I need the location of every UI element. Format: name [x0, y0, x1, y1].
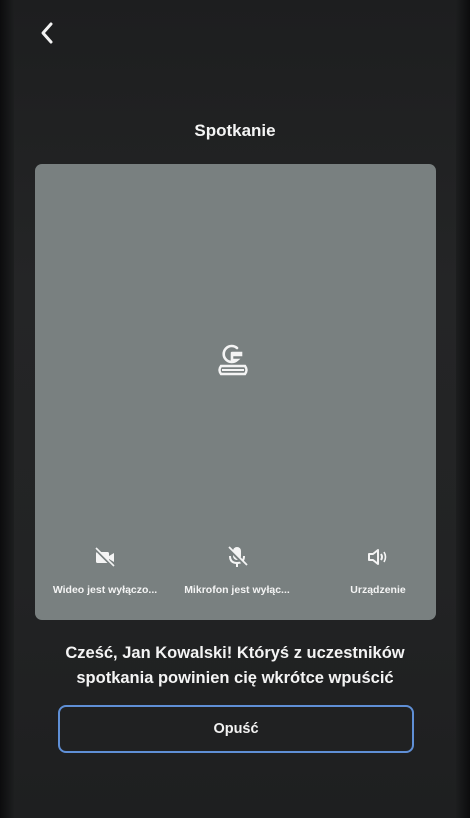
microphone-toggle-button[interactable]: Mikrofon jest wyłąc...	[167, 540, 307, 610]
leave-button-label: Opuść	[213, 721, 259, 737]
user-placeholder-icon	[216, 340, 250, 380]
microphone-toggle-label: Mikrofon jest wyłąc...	[184, 584, 290, 596]
audio-device-label: Urządzenie	[350, 584, 406, 596]
leave-button[interactable]: Opuść	[58, 705, 414, 753]
page-title: Spotkanie	[194, 121, 276, 140]
meeting-lobby-screen: Spotkanie Wideo jest wyłączo... Mikrofon…	[0, 0, 470, 818]
chevron-left-icon	[41, 22, 53, 44]
microphone-off-icon	[226, 546, 248, 568]
lobby-message: Cześć, Jan Kowalski! Któryś z uczestnikó…	[65, 644, 405, 687]
audio-device-button[interactable]: Urządzenie	[320, 540, 436, 610]
video-toggle-label: Wideo jest wyłączo...	[52, 584, 158, 596]
speaker-icon	[368, 549, 387, 565]
video-off-icon	[94, 547, 115, 568]
media-controls: Wideo jest wyłączo... Mikrofon jest wyłą…	[35, 540, 436, 610]
video-toggle-button[interactable]: Wideo jest wyłączo...	[35, 540, 175, 610]
back-button[interactable]	[36, 20, 60, 46]
